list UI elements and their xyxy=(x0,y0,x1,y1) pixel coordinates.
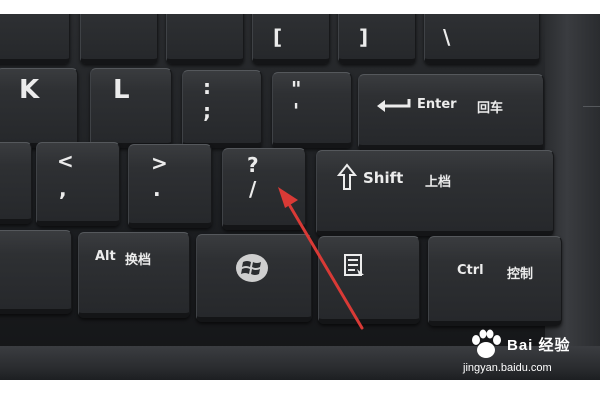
key-enter: Enter 回车 xyxy=(358,74,544,150)
key-quote-bottom: ' xyxy=(293,99,300,123)
key-menu xyxy=(318,236,420,324)
key-comma-bottom: , xyxy=(59,177,67,201)
enter-arrow-icon xyxy=(377,99,411,112)
key-backslash-legend: \ xyxy=(443,25,451,49)
key-k-legend: K xyxy=(19,75,40,105)
key-top-left xyxy=(0,14,70,64)
key-top-2 xyxy=(80,14,158,64)
key-ctrl: Ctrl 控制 xyxy=(428,236,562,326)
key-alt: Alt 换档 xyxy=(78,232,190,318)
key-shift-label: Shift xyxy=(363,169,404,187)
key-space-partial xyxy=(0,230,72,314)
key-period: > . xyxy=(128,144,212,228)
key-semicolon: : ; xyxy=(182,70,262,148)
key-backslash: \ xyxy=(424,14,540,64)
watermark-brand: Bai 经验 xyxy=(507,337,571,354)
key-semicolon-top: : xyxy=(203,75,211,99)
key-enter-cn: 回车 xyxy=(477,101,504,116)
key-l: L xyxy=(90,68,172,148)
key-bracket-left: [ xyxy=(252,14,330,64)
key-alt-cn: 换档 xyxy=(125,253,152,268)
key-comma-top: < xyxy=(57,149,74,173)
watermark-url: jingyan.baidu.com xyxy=(463,362,552,374)
key-comma: < , xyxy=(36,142,120,226)
key-bracket-right: ] xyxy=(338,14,416,64)
key-bracket-left-legend: [ xyxy=(273,25,283,49)
key-k: K xyxy=(0,68,78,148)
key-ctrl-label: Ctrl xyxy=(457,263,484,278)
key-m-partial xyxy=(0,142,32,224)
shift-arrow-icon xyxy=(337,163,357,190)
key-period-bottom: . xyxy=(153,177,161,201)
menu-key-icon xyxy=(344,254,364,276)
key-l-legend: L xyxy=(113,75,130,105)
key-windows xyxy=(196,234,312,322)
windows-logo-icon xyxy=(236,254,268,282)
key-semicolon-bottom: ; xyxy=(203,99,211,123)
key-shift-cn: 上档 xyxy=(425,175,452,190)
key-period-top: > xyxy=(151,151,168,175)
key-slash: ? / xyxy=(222,148,306,230)
baidu-watermark: Bai 经验 jingyan.baidu.com xyxy=(455,324,595,380)
key-top-3 xyxy=(166,14,244,64)
key-shift: Shift 上档 xyxy=(316,150,554,236)
key-quote: " ' xyxy=(272,72,352,148)
key-slash-top: ? xyxy=(247,153,259,177)
key-slash-bottom: / xyxy=(249,177,257,201)
key-alt-label: Alt xyxy=(95,249,116,264)
key-bracket-right-legend: ] xyxy=(359,25,369,49)
key-enter-label: Enter xyxy=(417,97,457,112)
key-quote-top: " xyxy=(291,77,302,101)
paw-logo-icon xyxy=(472,329,501,358)
keyboard-photo: [ ] \ K L : ; " ' Enter 回车 < , > . ? / S… xyxy=(0,14,600,380)
key-ctrl-cn: 控制 xyxy=(507,267,534,282)
